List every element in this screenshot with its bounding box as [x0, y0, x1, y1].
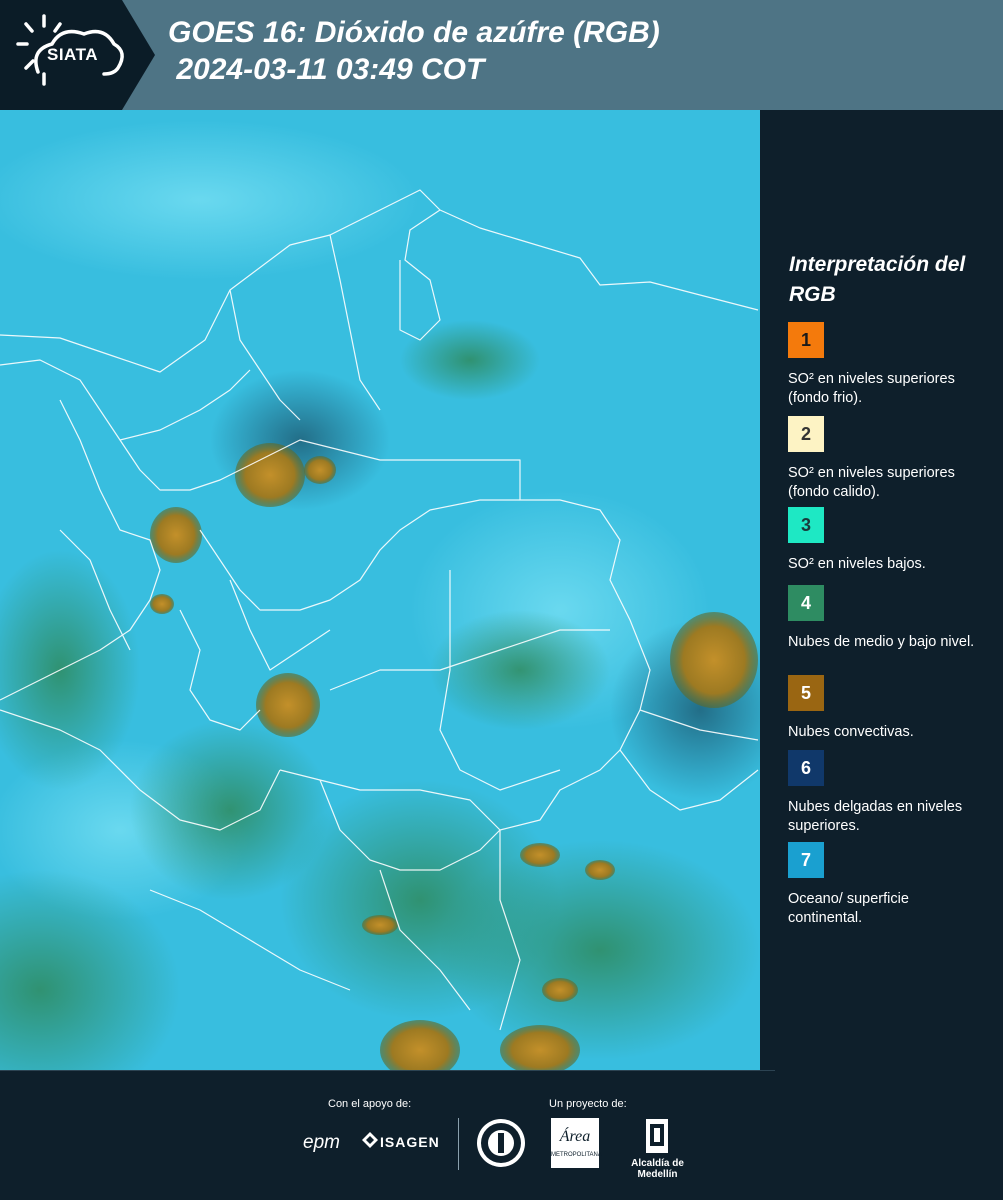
legend-text-1: SO² en niveles superiores (fondo frio). — [788, 371, 955, 406]
legend-text-5: Nubes convectivas. — [788, 724, 914, 740]
area-logo-text: Área — [559, 1128, 591, 1145]
siata-logo[interactable]: SIATA — [0, 0, 155, 110]
logo-text: SIATA — [47, 45, 98, 64]
legend-swatch-2: 2 — [788, 416, 824, 452]
footer: Con el apoyo de: Un proyecto de: epm ISA… — [0, 1070, 1003, 1200]
legend-item-6: 6 Nubes delgadas en niveles superiores. — [788, 750, 978, 836]
satellite-map[interactable] — [0, 110, 760, 1070]
isagen-logo[interactable]: ISAGEN — [380, 1134, 440, 1150]
area-metropolitana-logo[interactable]: Área METROPOLITANA — [551, 1118, 602, 1168]
legend-swatch-7: 7 — [788, 842, 824, 878]
legend-swatch-3: 3 — [788, 507, 824, 543]
legend-item-2: 2 SO² en niveles superiores (fondo calid… — [788, 416, 978, 502]
legend-title: Interpretación del RGB — [789, 253, 966, 306]
medellin-seal-icon[interactable] — [476, 1118, 526, 1173]
isagen-mark-icon — [362, 1132, 378, 1153]
legend-swatch-1: 1 — [788, 322, 824, 358]
alcaldia-crest-icon[interactable] — [645, 1118, 669, 1159]
legend-item-7: 7 Oceano/ superficie continental. — [788, 842, 978, 928]
legend-swatch-6: 6 — [788, 750, 824, 786]
header: SIATA GOES 16: Dióxido de azúfre (RGB) 2… — [0, 0, 1003, 110]
alcaldia-caption: Alcaldía de Medellín — [631, 1158, 684, 1180]
footer-divider — [0, 1070, 775, 1071]
legend-item-5: 5 Nubes convectivas. — [788, 675, 978, 742]
title-line-2: 2024-03-11 03:49 COT — [168, 53, 485, 86]
support-label: Con el apoyo de: — [328, 1098, 412, 1110]
page-title: GOES 16: Dióxido de azúfre (RGB) 2024-03… — [168, 14, 660, 88]
legend-item-1: 1 SO² en niveles superiores (fondo frio)… — [788, 322, 978, 408]
legend-panel: Interpretación del RGB 1 SO² en niveles … — [760, 110, 1003, 1070]
legend-swatch-4: 4 — [788, 585, 824, 621]
legend-text-3: SO² en niveles bajos. — [788, 556, 926, 572]
legend-text-2: SO² en niveles superiores (fondo calido)… — [788, 465, 955, 500]
area-logo-subtext: METROPOLITANA — [551, 1152, 602, 1158]
project-label: Un proyecto de: — [549, 1098, 627, 1110]
legend-text-6: Nubes delgadas en niveles superiores. — [788, 799, 963, 834]
rgb-composite-image — [0, 110, 760, 1070]
legend-swatch-5: 5 — [788, 675, 824, 711]
epm-logo[interactable]: epm — [303, 1132, 340, 1154]
title-line-1: GOES 16: Dióxido de azúfre (RGB) — [168, 16, 660, 49]
footer-vertical-divider — [458, 1118, 459, 1170]
legend-item-4: 4 Nubes de medio y bajo nivel. — [788, 585, 978, 652]
legend-text-7: Oceano/ superficie continental. — [788, 891, 909, 926]
legend-text-4: Nubes de medio y bajo nivel. — [788, 634, 975, 650]
legend-item-3: 3 SO² en niveles bajos. — [788, 507, 978, 574]
